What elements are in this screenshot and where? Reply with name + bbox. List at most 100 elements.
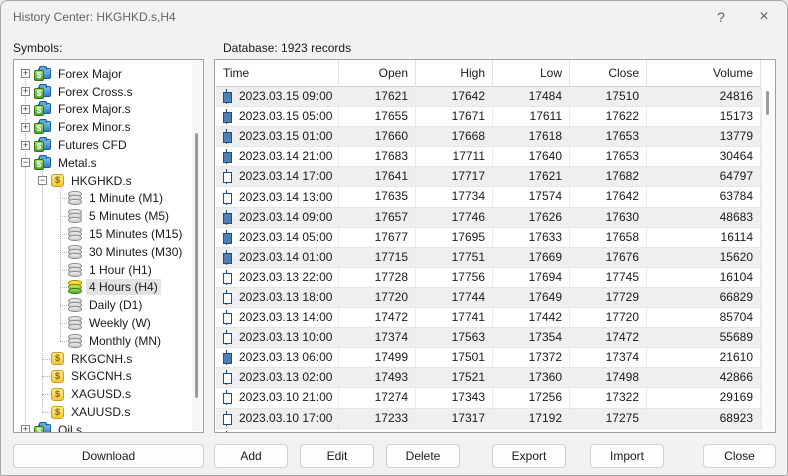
tree-item-label: HKGHKD.s <box>68 173 135 189</box>
table-row[interactable]: 2023.03.13 02:00174931752117360174984286… <box>216 368 761 388</box>
folder-dollar-icon: $ <box>34 120 51 134</box>
table-row[interactable]: 2023.03.15 05:00176551767117611176221517… <box>216 107 761 127</box>
collapse-icon[interactable]: − <box>38 176 47 185</box>
cell-open: 17677 <box>339 228 416 247</box>
dollar-symbol-icon: $ <box>51 174 64 187</box>
table-row[interactable]: 2023.03.13 14:00174721774117442177208570… <box>216 308 761 328</box>
tree-item-futures-cfd[interactable]: +$Futures CFD <box>14 136 203 154</box>
import-button[interactable]: Import <box>590 444 664 468</box>
expand-icon[interactable]: + <box>21 105 30 114</box>
tree-item-label: Weekly (W) <box>86 315 154 331</box>
expand-icon[interactable]: + <box>21 141 30 150</box>
expand-icon[interactable]: + <box>21 87 30 96</box>
cell-close: 17653 <box>570 127 647 146</box>
tree-item-forex-cross-s[interactable]: +$Forex Cross.s <box>14 83 203 101</box>
table-row[interactable]: 2023.03.10 21:00172741734317256173222916… <box>216 388 761 408</box>
cell-high: 17563 <box>416 328 493 347</box>
help-icon[interactable]: ? <box>706 6 736 28</box>
table-row[interactable]: 2023.03.14 21:00176831771117640176533046… <box>216 147 761 167</box>
time-value: 2023.03.13 10:00 <box>239 328 332 347</box>
tree-item-rkgcnh-s[interactable]: $ RKGCNH.s <box>14 350 203 368</box>
tree-item-label: Forex Major.s <box>55 101 134 117</box>
dollar-symbol-icon: $ <box>51 352 64 365</box>
cell-high: 17751 <box>416 248 493 267</box>
table-row[interactable]: 2023.03.14 01:00177151775117669176761562… <box>216 248 761 268</box>
edit-button[interactable]: Edit <box>300 444 374 468</box>
table-row[interactable]: 2023.03.13 18:00177201774417649177296682… <box>216 288 761 308</box>
tree-item-forex-major-s[interactable]: +$Forex Major.s <box>14 101 203 119</box>
candle-up-icon <box>222 370 231 385</box>
table-scrollbar-thumb[interactable] <box>766 91 769 115</box>
cell-close: 17322 <box>570 388 647 407</box>
tree-item-30-minutes-m30[interactable]: 30 Minutes (M30) <box>14 243 203 261</box>
tree-item-1-minute-m1[interactable]: 1 Minute (M1) <box>14 190 203 208</box>
table-row[interactable]: 2023.03.14 13:00176351773417574176426378… <box>216 187 761 207</box>
add-button[interactable]: Add <box>214 444 288 468</box>
cell-time: 2023.03.13 18:00 <box>216 288 339 307</box>
cell-low: 17574 <box>493 187 570 206</box>
cell-open: 17660 <box>339 127 416 146</box>
time-value: 2023.03.13 18:00 <box>239 288 332 307</box>
cell-open: 17657 <box>339 208 416 227</box>
collapse-icon[interactable]: − <box>21 158 30 167</box>
column-header-volume[interactable]: Volume <box>647 60 761 87</box>
table-row[interactable]: 2023.03.13 06:00174991750117372173742161… <box>216 348 761 368</box>
cell-volume: 15620 <box>647 248 761 267</box>
tree-item-1-hour-h1[interactable]: 1 Hour (H1) <box>14 261 203 279</box>
tree-item-xagusd-s[interactable]: $XAGUSD.s <box>14 385 203 403</box>
tree-item-skgcnh-s[interactable]: $SKGCNH.s <box>14 368 203 386</box>
tree-item-hkghkd-s[interactable]: −$ HKGHKD.s <box>14 172 203 190</box>
close-window-icon[interactable]: × <box>749 6 779 28</box>
column-header-close[interactable]: Close <box>570 60 647 87</box>
column-header-high[interactable]: High <box>416 60 493 87</box>
table-row[interactable]: 2023.03.13 10:00173741756317354174725568… <box>216 328 761 348</box>
cell-open: 17715 <box>339 248 416 267</box>
cell-close: 17745 <box>570 268 647 287</box>
expand-icon[interactable]: + <box>21 425 30 432</box>
tree-scrollbar[interactable] <box>192 61 202 431</box>
download-button[interactable]: Download <box>13 444 204 468</box>
expand-icon[interactable]: + <box>21 69 30 78</box>
cell-time: 2023.03.15 05:00 <box>216 107 339 126</box>
cell-volume: 63784 <box>647 187 761 206</box>
time-value: 2023.03.14 17:00 <box>239 167 332 186</box>
cell-high: 17317 <box>416 409 493 428</box>
tree-item-xauusd-s[interactable]: $XAUUSD.s <box>14 403 203 421</box>
column-header-open[interactable]: Open <box>339 60 416 87</box>
candle-down-icon <box>222 149 231 164</box>
column-header-low[interactable]: Low <box>493 60 570 87</box>
table-row[interactable]: 2023.03.14 09:00176571774617626176304868… <box>216 208 761 228</box>
table-row-partial[interactable] <box>216 429 761 432</box>
export-button[interactable]: Export <box>492 444 566 468</box>
tree-item-4-hours-h4[interactable]: 4 Hours (H4) <box>14 279 203 297</box>
tree-item-label: RKGCNH.s <box>68 351 135 367</box>
cell-low: 17626 <box>493 208 570 227</box>
table-row[interactable]: 2023.03.13 22:00177281775617694177451610… <box>216 268 761 288</box>
tree-item-15-minutes-m15[interactable]: 15 Minutes (M15) <box>14 225 203 243</box>
table-scrollbar[interactable] <box>761 87 774 431</box>
delete-button[interactable]: Delete <box>386 444 460 468</box>
tree-item-daily-d1[interactable]: Daily (D1) <box>14 296 203 314</box>
tree-item-oil-s[interactable]: +$Oil.s <box>14 421 203 432</box>
tree-item-5-minutes-m5[interactable]: 5 Minutes (M5) <box>14 207 203 225</box>
cell-close: 17275 <box>570 409 647 428</box>
column-header-time[interactable]: Time <box>216 60 339 87</box>
tree-item-monthly-mn[interactable]: Monthly (MN) <box>14 332 203 350</box>
tree-item-metal-s[interactable]: −$Metal.s <box>14 154 203 172</box>
table-row[interactable]: 2023.03.14 05:00176771769517633176581611… <box>216 228 761 248</box>
database-icon <box>68 316 82 330</box>
table-row[interactable]: 2023.03.14 17:00176411771717621176826479… <box>216 167 761 187</box>
tree-scrollbar-thumb[interactable] <box>195 133 198 398</box>
cell-time: 2023.03.10 17:00 <box>216 409 339 428</box>
table-row[interactable]: 2023.03.15 09:00176211764217484175102481… <box>216 87 761 107</box>
tree-item-label: XAGUSD.s <box>68 386 134 402</box>
tree-item-forex-major[interactable]: +$Forex Major <box>14 65 203 83</box>
time-value: 2023.03.10 17:00 <box>239 409 332 428</box>
table-row[interactable]: 2023.03.15 01:00176601766817618176531377… <box>216 127 761 147</box>
cell-close: 17729 <box>570 288 647 307</box>
expand-icon[interactable]: + <box>21 123 30 132</box>
table-row[interactable]: 2023.03.10 17:00172331731717192172756892… <box>216 409 761 429</box>
tree-item-forex-minor-s[interactable]: +$Forex Minor.s <box>14 118 203 136</box>
tree-item-weekly-w[interactable]: Weekly (W) <box>14 314 203 332</box>
close-button[interactable]: Close <box>703 444 776 468</box>
